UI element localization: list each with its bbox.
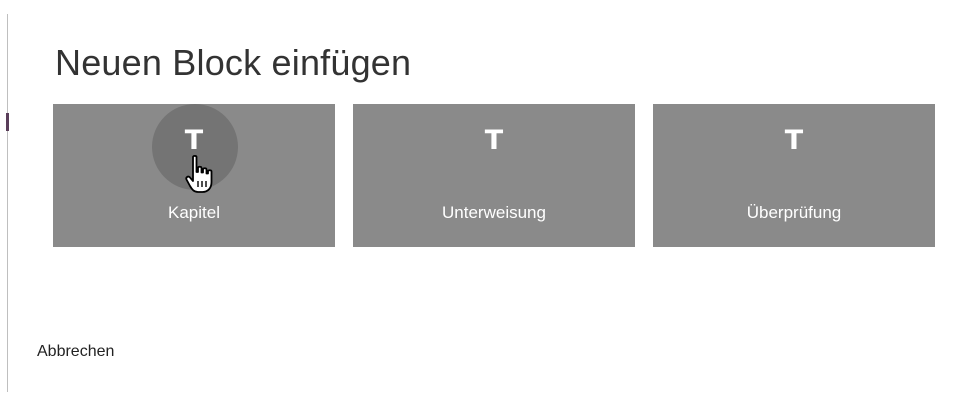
block-option-label: Kapitel xyxy=(168,203,220,222)
cancel-button[interactable]: Abbrechen xyxy=(37,343,114,361)
text-icon: T xyxy=(484,125,504,156)
block-option-unterweisung[interactable]: T Unterweisung xyxy=(353,104,635,247)
block-option-ueberpruefung[interactable]: T Überprüfung xyxy=(653,104,935,247)
left-border xyxy=(7,14,8,392)
block-option-label: Überprüfung xyxy=(746,203,842,222)
insert-block-dialog: Neuen Block einfügen T Kapitel T Unterwe… xyxy=(0,0,971,395)
left-border-accent xyxy=(6,113,9,131)
block-option-label: Unterweisung xyxy=(442,203,546,222)
text-icon: T xyxy=(784,125,804,156)
text-icon: T xyxy=(184,125,204,156)
dialog-title: Neuen Block einfügen xyxy=(55,42,412,83)
hand-pointer-cursor-icon xyxy=(185,154,213,193)
